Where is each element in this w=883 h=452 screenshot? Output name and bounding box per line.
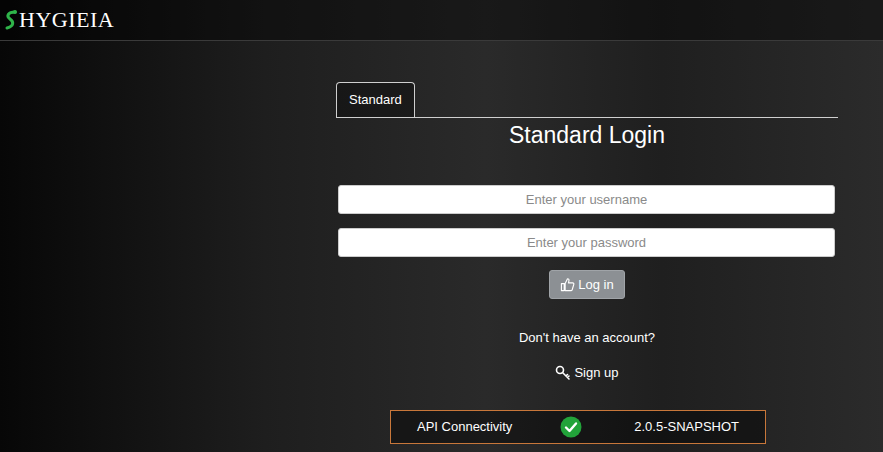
login-panel: StandardStandard Login Log in Don't have a… xyxy=(336,41,838,444)
thumbs-up-icon xyxy=(560,277,575,292)
check-icon xyxy=(560,416,582,438)
snake-logo-icon xyxy=(4,9,18,31)
signup-prompt: Don't have an account? xyxy=(336,330,838,346)
tab[interactable]: Standard xyxy=(336,82,415,117)
tab-bar: Standard xyxy=(336,82,838,118)
login-title: Standard Login xyxy=(336,119,838,151)
key-icon xyxy=(555,365,571,381)
login-button[interactable]: Log in xyxy=(549,270,624,299)
api-status-box: API Connectivity2.0.5-SNAPSHOT xyxy=(390,410,766,444)
password-input[interactable] xyxy=(338,228,835,257)
signup-link[interactable]: Sign up xyxy=(555,365,618,381)
top-bar: HYGIEIA xyxy=(0,0,883,41)
logo-text[interactable]: HYGIEIA xyxy=(19,7,114,33)
username-input[interactable] xyxy=(338,185,835,214)
